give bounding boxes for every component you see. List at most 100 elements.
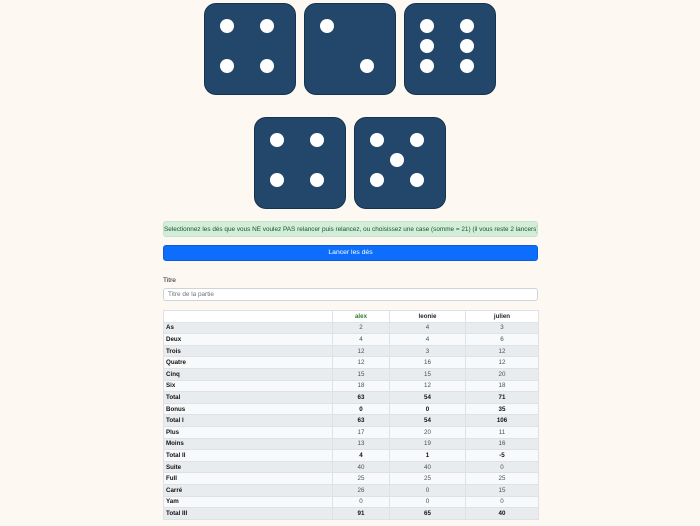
die-pip <box>310 133 324 147</box>
game-title-input[interactable] <box>163 288 538 301</box>
score-cell: 54 <box>389 391 466 404</box>
score-row-label: Total <box>163 391 333 404</box>
score-row-label: Moins <box>163 437 333 451</box>
score-cell[interactable]: 17 <box>332 425 390 439</box>
die-pip <box>220 59 234 73</box>
score-row: Total II 4 1 -5 <box>163 449 539 462</box>
score-cell[interactable]: 15 <box>389 367 466 381</box>
score-row: Yam 0 0 0 <box>163 495 539 509</box>
die-pip <box>390 153 404 167</box>
score-row: Trois 12 3 12 <box>163 344 539 358</box>
score-cell: 65 <box>389 507 466 520</box>
score-row-label: Trois <box>163 344 333 358</box>
die-1[interactable] <box>204 3 296 95</box>
die-pip <box>320 19 334 33</box>
score-row: Total I 63 54 106 <box>163 414 539 427</box>
score-cell[interactable]: 0 <box>389 483 466 497</box>
score-cell: 63 <box>332 391 390 404</box>
score-cell[interactable]: 25 <box>465 472 539 485</box>
score-cell[interactable]: 25 <box>389 472 466 485</box>
die-3[interactable] <box>404 3 496 95</box>
player-header-alex: alex <box>332 310 390 323</box>
score-cell[interactable]: 20 <box>389 425 466 439</box>
score-row: Six 18 12 18 <box>163 379 539 393</box>
die-pip <box>460 39 474 53</box>
score-cell[interactable]: 40 <box>332 460 390 474</box>
score-row: Plus 17 20 11 <box>163 425 539 439</box>
score-cell[interactable]: 2 <box>332 321 390 335</box>
score-cell: 91 <box>332 507 390 520</box>
score-cell[interactable]: 0 <box>332 495 390 509</box>
die-pip <box>270 173 284 187</box>
score-cell[interactable]: 19 <box>389 437 466 451</box>
die-5[interactable] <box>354 117 446 209</box>
score-row-label: Carré <box>163 483 333 497</box>
score-cell: 106 <box>465 414 539 427</box>
die-pip <box>410 133 424 147</box>
score-header-row: alex leonie julien <box>163 310 539 323</box>
score-cell[interactable]: 16 <box>389 356 466 369</box>
score-row-label: Six <box>163 379 333 393</box>
score-cell[interactable]: 13 <box>332 437 390 451</box>
die-pip <box>310 173 324 187</box>
score-cell[interactable]: 4 <box>332 333 390 346</box>
die-2[interactable] <box>304 3 396 95</box>
score-cell[interactable]: 0 <box>389 495 466 509</box>
score-cell[interactable]: 18 <box>332 379 390 393</box>
score-cell[interactable]: 12 <box>389 379 466 393</box>
die-pip <box>360 59 374 73</box>
score-cell[interactable]: 15 <box>332 367 390 381</box>
score-cell[interactable]: 20 <box>465 367 539 381</box>
score-row-label: Quatre <box>163 356 333 369</box>
score-cell: 63 <box>332 414 390 427</box>
score-cell[interactable]: 3 <box>389 344 466 358</box>
score-row: Moins 13 19 16 <box>163 437 539 451</box>
score-row-label: Total II <box>163 449 333 462</box>
score-cell: 0 <box>389 402 466 416</box>
score-cell[interactable]: 12 <box>465 344 539 358</box>
die-pip <box>220 19 234 33</box>
die-pip <box>370 173 384 187</box>
score-row: Suite 40 40 0 <box>163 460 539 474</box>
score-cell[interactable]: 16 <box>465 437 539 451</box>
score-cell[interactable]: 18 <box>465 379 539 393</box>
score-cell[interactable]: 0 <box>465 495 539 509</box>
score-cell[interactable]: 12 <box>465 356 539 369</box>
score-row: Bonus 0 0 35 <box>163 402 539 416</box>
score-cell[interactable]: 3 <box>465 321 539 335</box>
title-label: Titre <box>163 277 176 284</box>
die-pip <box>420 19 434 33</box>
score-cell[interactable]: 6 <box>465 333 539 346</box>
score-cell: 54 <box>389 414 466 427</box>
score-cell[interactable]: 11 <box>465 425 539 439</box>
die-pip <box>260 19 274 33</box>
score-row-label: Deux <box>163 333 333 346</box>
corner-cell <box>163 310 333 323</box>
score-cell[interactable]: 0 <box>465 460 539 474</box>
die-pip <box>260 59 274 73</box>
score-cell[interactable]: 25 <box>332 472 390 485</box>
score-row: Full 25 25 25 <box>163 472 539 485</box>
score-row: Carré 26 0 15 <box>163 483 539 497</box>
score-row-label: Yam <box>163 495 333 509</box>
score-cell: 35 <box>465 402 539 416</box>
score-cell[interactable]: 40 <box>389 460 466 474</box>
score-cell[interactable]: 12 <box>332 356 390 369</box>
roll-dice-button[interactable]: Lancer les dés <box>163 245 538 261</box>
score-cell[interactable]: 4 <box>389 321 466 335</box>
score-cell[interactable]: 26 <box>332 483 390 497</box>
status-alert: Selectionnez les dés que vous NE voulez … <box>163 221 538 237</box>
score-row: As 2 4 3 <box>163 321 539 335</box>
score-cell[interactable]: 4 <box>389 333 466 346</box>
score-row: Total 63 54 71 <box>163 391 539 404</box>
die-pip <box>420 59 434 73</box>
die-4[interactable] <box>254 117 346 209</box>
score-row: Cinq 15 15 20 <box>163 367 539 381</box>
score-cell[interactable]: 15 <box>465 483 539 497</box>
score-row-label: As <box>163 321 333 335</box>
die-pip <box>420 39 434 53</box>
die-pip <box>410 173 424 187</box>
score-row-label: Plus <box>163 425 333 439</box>
score-cell[interactable]: 12 <box>332 344 390 358</box>
score-cell: 40 <box>465 507 539 520</box>
